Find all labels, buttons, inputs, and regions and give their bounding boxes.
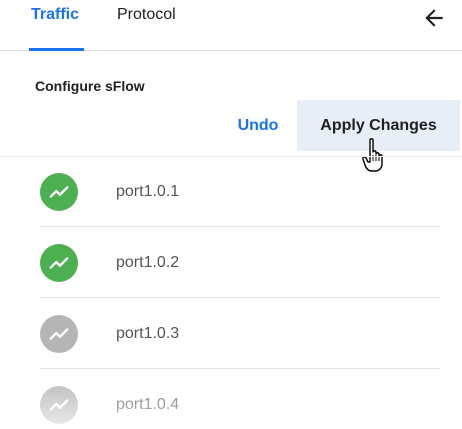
apply-changes-button[interactable]: Apply Changes <box>297 100 460 151</box>
port-row[interactable]: port1.0.4 <box>40 370 440 429</box>
divider <box>40 226 440 227</box>
port-row[interactable]: port1.0.3 <box>40 299 440 369</box>
divider <box>40 297 440 298</box>
undo-button[interactable]: Undo <box>226 102 290 150</box>
port-row[interactable]: port1.0.1 <box>40 157 440 227</box>
back-button[interactable] <box>421 5 447 31</box>
trending-up-icon <box>40 173 78 211</box>
port-name: port1.0.4 <box>116 396 180 413</box>
arrow-left-icon <box>425 9 443 27</box>
port-name: port1.0.1 <box>116 183 180 200</box>
port-name: port1.0.2 <box>116 254 180 271</box>
tab-bar: Traffic Protocol <box>0 0 462 51</box>
active-tab-indicator <box>29 48 84 51</box>
port-row[interactable]: port1.0.2 <box>40 228 440 298</box>
divider <box>40 368 440 369</box>
port-name: port1.0.3 <box>116 325 180 342</box>
trending-up-icon <box>40 315 78 353</box>
trending-up-icon <box>40 244 78 282</box>
trending-up-icon <box>40 386 78 424</box>
tab-traffic[interactable]: Traffic <box>31 6 79 24</box>
sflow-config-panel: Traffic Protocol Configure sFlow Undo Ap… <box>0 0 462 429</box>
tab-protocol[interactable]: Protocol <box>117 6 176 24</box>
section-title: Configure sFlow <box>35 78 145 94</box>
